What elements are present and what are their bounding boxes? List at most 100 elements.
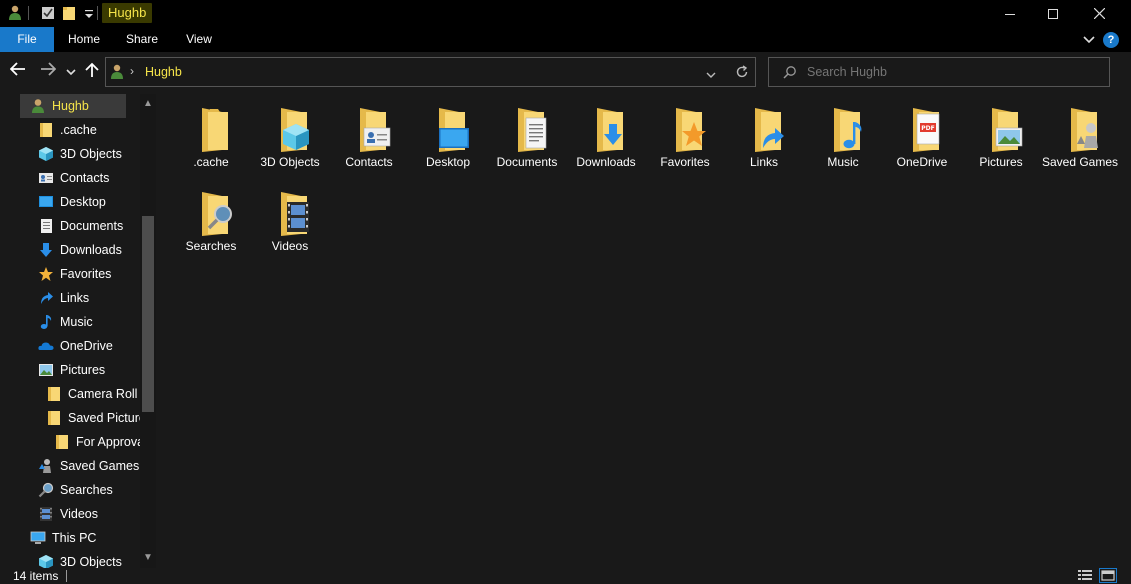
item-onedrive[interactable]: PDF OneDrive	[884, 98, 960, 182]
separator	[66, 570, 67, 582]
user-icon	[110, 64, 124, 83]
properties-icon[interactable]	[40, 4, 56, 22]
item-contacts[interactable]: Contacts	[331, 98, 407, 182]
refresh-icon[interactable]	[735, 65, 749, 82]
links-icon	[41, 292, 53, 304]
item-desktop[interactable]: Desktop	[410, 98, 486, 182]
folder-icon	[48, 411, 60, 425]
nav-item-camera-roll[interactable]: Camera Roll	[0, 382, 140, 406]
item-pictures[interactable]: Pictures	[963, 98, 1039, 182]
scroll-up-icon[interactable]: ▲	[140, 96, 156, 112]
nav-item-this-pc-3d-objects[interactable]: 3D Objects	[0, 550, 140, 568]
breadcrumb-hughb[interactable]: Hughb	[145, 65, 182, 79]
folder-icon	[202, 108, 228, 152]
user-icon	[32, 99, 44, 113]
music-icon	[834, 108, 862, 152]
help-button[interactable]: ?	[1103, 32, 1119, 48]
user-icon[interactable]	[8, 4, 22, 22]
item-music[interactable]: Music	[805, 98, 881, 182]
links-icon	[755, 108, 784, 152]
nav-item-pictures[interactable]: Pictures	[0, 358, 140, 382]
item-favorites[interactable]: Favorites	[647, 98, 723, 182]
large-icons-view-button[interactable]	[1099, 568, 1117, 583]
nav-item-saved-games[interactable]: Saved Games	[0, 454, 140, 478]
tab-view[interactable]: View	[176, 27, 222, 52]
item-downloads[interactable]: Downloads	[568, 98, 644, 182]
breadcrumb-chevron-icon: ›	[130, 64, 134, 78]
documents-icon	[518, 108, 547, 152]
nav-item-desktop[interactable]: Desktop	[0, 190, 140, 214]
nav-item-for-approval[interactable]: For Approva	[0, 430, 140, 454]
search-icon	[783, 65, 797, 82]
nav-item-onedrive[interactable]: OneDrive	[0, 334, 140, 358]
nav-item-downloads[interactable]: Downloads	[0, 238, 140, 262]
saved-games-icon	[1071, 108, 1098, 152]
file-list: .cache 3D Objects Contacts Desktop Docum…	[157, 94, 1131, 568]
up-button[interactable]	[82, 62, 102, 82]
searches-icon	[202, 192, 232, 236]
pictures-icon	[992, 108, 1023, 152]
nav-item-music[interactable]: Music	[0, 310, 140, 334]
downloads-icon	[597, 108, 623, 152]
minimize-button[interactable]	[987, 0, 1033, 27]
address-history-icon[interactable]	[706, 68, 716, 82]
svg-text:PDF: PDF	[921, 125, 934, 132]
nav-item-videos[interactable]: Videos	[0, 502, 140, 526]
item-3d-objects[interactable]: 3D Objects	[252, 98, 328, 182]
details-view-button[interactable]	[1077, 569, 1093, 584]
navigation-pane: Hughb .cache 3D Objects Contacts Desktop…	[0, 94, 156, 568]
tab-file[interactable]: File	[0, 27, 54, 52]
details-view-icon	[1078, 570, 1092, 580]
search-input[interactable]	[807, 63, 1097, 81]
separator	[97, 4, 99, 22]
desktop-icon	[39, 196, 53, 207]
folder-icon	[56, 435, 68, 449]
title-bar: Hughb	[0, 0, 1131, 27]
nav-item-searches[interactable]: Searches	[0, 478, 140, 502]
tab-share[interactable]: Share	[118, 27, 166, 52]
item-searches[interactable]: Searches	[173, 182, 249, 266]
scrollbar-thumb[interactable]	[142, 216, 154, 412]
expand-ribbon-icon[interactable]	[1083, 34, 1095, 48]
search-box[interactable]	[768, 57, 1110, 87]
item-links[interactable]: Links	[726, 98, 802, 182]
contacts-icon	[39, 173, 53, 183]
favorites-icon	[39, 267, 53, 281]
nav-item-favorites[interactable]: Favorites	[0, 262, 140, 286]
maximize-button[interactable]	[1030, 0, 1076, 27]
forward-button[interactable]	[38, 62, 58, 82]
separator	[28, 4, 30, 22]
folder-icon	[48, 387, 60, 401]
nav-item-saved-pictures[interactable]: Saved Picture	[0, 406, 140, 430]
arrow-up-icon	[85, 62, 99, 77]
nav-item-this-pc[interactable]: This PC	[0, 526, 140, 550]
item-saved-games[interactable]: Saved Games	[1042, 98, 1118, 182]
close-button[interactable]	[1076, 0, 1122, 27]
onedrive-icon	[38, 342, 54, 350]
item-cache[interactable]: .cache	[173, 98, 249, 182]
tab-home[interactable]: Home	[60, 27, 108, 52]
item-videos[interactable]: Videos	[252, 182, 328, 266]
nav-item-cache[interactable]: .cache	[0, 118, 140, 142]
3d-objects-icon	[39, 555, 53, 568]
nav-item-documents[interactable]: Documents	[0, 214, 140, 238]
nav-item-contacts[interactable]: Contacts	[0, 166, 140, 190]
nav-item-hughb[interactable]: Hughb	[20, 94, 126, 118]
videos-icon	[40, 507, 52, 521]
3d-objects-icon	[39, 147, 53, 161]
nav-item-links[interactable]: Links	[0, 286, 140, 310]
contacts-icon	[360, 108, 391, 152]
downloads-icon	[40, 243, 52, 257]
nav-item-3d-objects[interactable]: 3D Objects	[0, 142, 140, 166]
recent-locations-button[interactable]	[64, 62, 78, 82]
item-documents[interactable]: Documents	[489, 98, 565, 182]
new-folder-icon[interactable]	[62, 4, 76, 22]
status-bar: 14 items	[0, 568, 1131, 584]
back-button[interactable]	[8, 62, 28, 82]
scroll-down-icon[interactable]: ▼	[140, 550, 156, 566]
address-bar[interactable]: › Hughb	[105, 57, 756, 87]
favorites-icon	[676, 108, 706, 152]
close-icon	[1093, 8, 1105, 19]
customize-toolbar-icon[interactable]	[84, 4, 94, 22]
folder-icon	[40, 123, 52, 137]
